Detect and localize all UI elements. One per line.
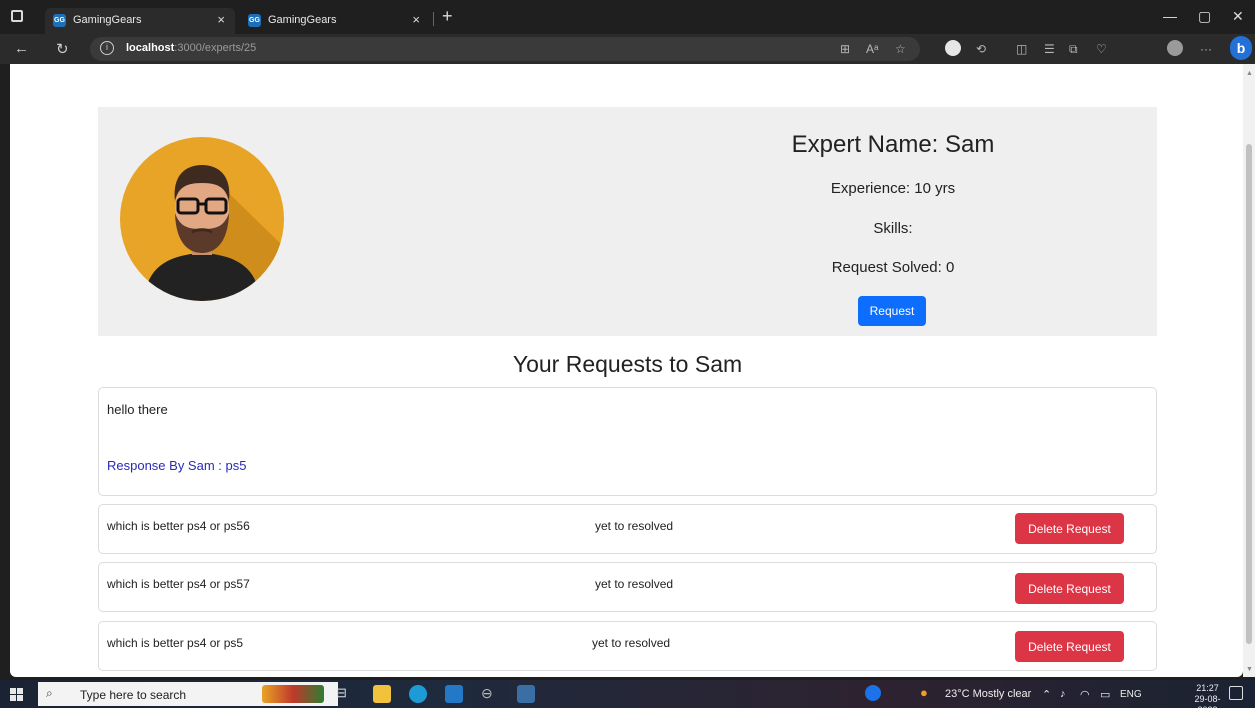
expert-requests-solved: Request Solved: 0 [831,259,955,276]
url-text: localhost:3000/experts/25 [126,42,257,54]
extension-icon[interactable]: ⟲ [976,42,986,56]
close-window-icon[interactable]: ✕ [1232,8,1244,25]
browser-essentials-icon[interactable]: ♡ [1096,42,1107,56]
windows-taskbar: ⌕ Type here to search ⊟ ⊖ ● 23°C Mostly … [0,680,1255,708]
address-bar-row: ← ↻ i localhost:3000/experts/25 ⊞ Aᵃ ☆ ⟲… [0,34,1255,64]
expert-experience: Experience: 10 yrs [830,180,956,197]
search-icon: ⌕ [46,686,53,700]
back-icon[interactable]: ← [14,40,29,57]
bing-copilot-icon[interactable]: b [1230,36,1252,60]
eclipse-icon[interactable]: ⊖ [481,685,499,703]
notification-icon[interactable] [1229,686,1243,700]
collections-icon[interactable]: ⧉ [1069,42,1078,57]
close-tab-icon[interactable]: × [217,12,225,27]
new-tab-icon[interactable]: + [442,6,453,27]
app-icon[interactable] [517,685,535,703]
window-menu-icon[interactable] [11,10,23,22]
clock-date: 29-08-2023 [1194,694,1221,708]
scrollbar-thumb[interactable] [1246,144,1252,644]
maximize-icon[interactable]: ▢ [1198,8,1211,25]
site-info-icon[interactable]: i [100,41,114,55]
request-card: which is better ps4 or ps56 yet to resol… [98,504,1157,554]
vscode-icon[interactable] [445,685,463,703]
request-status: yet to resolved [595,577,674,591]
read-aloud-icon[interactable]: Aᵃ [866,42,878,56]
windows-start-icon[interactable] [10,688,23,701]
section-title: Your Requests to Sam [512,351,743,377]
clock-time: 21:27 [1196,683,1219,693]
request-question: which is better ps4 or ps5 [107,636,244,650]
file-explorer-icon[interactable] [373,685,391,703]
delete-request-button[interactable]: Delete Request [1015,573,1124,604]
expert-name: Expert Name: Sam [791,131,995,158]
tray-chevron-icon[interactable]: ⌃ [1042,688,1051,701]
weather-text[interactable]: 23°C Mostly clear [945,688,1031,700]
page-viewport: Expert Name: Sam Experience: 10 yrs Skil… [10,64,1243,677]
request-card: which is better ps4 or ps57 yet to resol… [98,562,1157,612]
favorite-star-icon[interactable]: ☆ [895,42,906,56]
avatar[interactable] [1167,40,1183,56]
close-tab-icon[interactable]: × [412,12,420,27]
tab-title: GamingGears [73,14,142,26]
browser-tab-strip: GG GamingGears × GG GamingGears × + — ▢ … [0,0,1255,34]
request-question: which is better ps4 or ps57 [107,577,250,591]
page-scrollbar[interactable]: ▲ ▼ [1243,64,1255,677]
request-card-answered: hello there Response By Sam : ps5 [98,387,1157,496]
help-icon[interactable] [865,685,881,701]
app-available-icon[interactable]: ⊞ [840,42,850,56]
minimize-icon[interactable]: — [1163,8,1177,24]
browser-tab-2[interactable]: GG GamingGears × [240,8,430,34]
extension-profile-icon[interactable] [945,40,961,56]
scroll-down-icon[interactable]: ▼ [1246,666,1253,673]
volume-icon[interactable]: ♪ [1060,688,1066,700]
weather-icon: ● [920,685,928,700]
expert-response: Response By Sam : ps5 [107,458,247,473]
split-screen-icon[interactable]: ◫ [1016,42,1027,56]
request-button[interactable]: Request [858,296,926,326]
task-view-icon[interactable]: ⊟ [336,685,354,703]
language-indicator[interactable]: ENG [1120,689,1142,700]
wifi-icon[interactable]: ◠ [1080,688,1090,701]
expert-avatar-icon [120,137,284,301]
request-status: yet to resolved [595,519,674,533]
favorites-icon[interactable]: ☰ [1044,42,1055,56]
search-highlight-icon[interactable] [262,685,324,703]
taskbar-clock[interactable]: 21:27 29-08-2023 [1185,683,1230,708]
request-status: yet to resolved [592,636,671,650]
refresh-icon[interactable]: ↻ [56,40,69,58]
expert-skills: Skills: [873,220,913,237]
request-card: which is better ps4 or ps5 yet to resolv… [98,621,1157,671]
search-placeholder: Type here to search [80,688,187,702]
request-question: hello there [107,402,168,417]
more-options-icon[interactable]: ··· [1200,42,1212,56]
favicon-icon: GG [53,14,66,27]
browser-tab-1[interactable]: GG GamingGears × [45,8,235,34]
battery-icon[interactable]: ▭ [1100,688,1110,701]
tab-divider [433,12,434,26]
favicon-icon: GG [248,14,261,27]
scroll-up-icon[interactable]: ▲ [1246,70,1253,77]
tab-title: GamingGears [268,14,337,26]
delete-request-button[interactable]: Delete Request [1015,513,1124,544]
request-question: which is better ps4 or ps56 [107,519,250,533]
expert-profile-card: Expert Name: Sam Experience: 10 yrs Skil… [98,107,1157,336]
delete-request-button[interactable]: Delete Request [1015,631,1124,662]
edge-browser-icon[interactable] [409,685,427,703]
address-bar[interactable]: i localhost:3000/experts/25 [90,37,920,61]
